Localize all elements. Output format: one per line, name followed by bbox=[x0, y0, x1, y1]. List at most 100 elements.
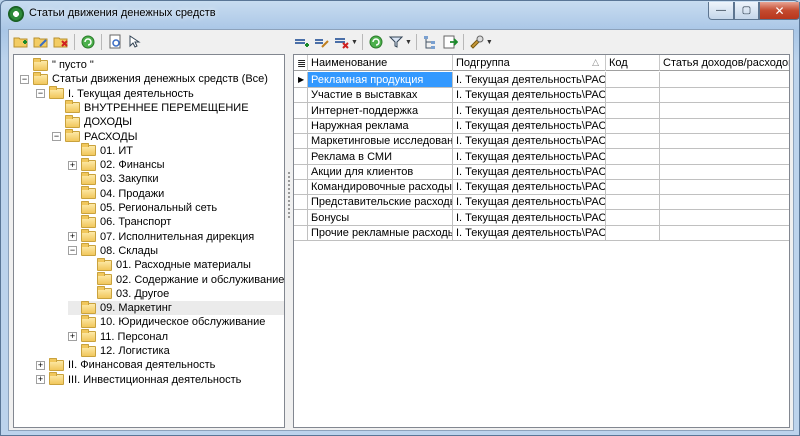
column-header-name[interactable]: Наименование bbox=[308, 55, 453, 71]
tree-item[interactable]: 05. Региональный сеть bbox=[68, 200, 217, 215]
column-header-article[interactable]: Статья доходов/расходов bbox=[660, 55, 789, 71]
cell-name[interactable]: Бонусы bbox=[308, 209, 453, 226]
row-add-icon[interactable] bbox=[293, 33, 311, 51]
cell-name[interactable]: Рекламная продукция bbox=[308, 72, 453, 88]
category-tree[interactable]: " пусто " − Статьи движения денежных средс… bbox=[13, 54, 285, 428]
refresh-icon[interactable] bbox=[367, 33, 385, 51]
tree-item[interactable]: ВНУТРЕННЕЕ ПЕРЕМЕЩЕНИЕ bbox=[52, 100, 249, 115]
expand-icon[interactable]: + bbox=[68, 232, 77, 242]
collapse-icon[interactable]: − bbox=[52, 132, 61, 141]
row-delete-icon[interactable] bbox=[333, 33, 351, 51]
cell-article[interactable] bbox=[660, 87, 789, 104]
tree-item[interactable]: +02. Финансы bbox=[68, 157, 165, 172]
expand-icon[interactable]: + bbox=[68, 160, 77, 170]
tree-item[interactable]: +11. Персонал bbox=[68, 329, 168, 344]
cell-name[interactable]: Наружная реклама bbox=[308, 117, 453, 134]
cell-subgroup[interactable]: I. Текущая деятельность\РАСХОД bbox=[453, 133, 606, 150]
column-header-code[interactable]: Код bbox=[606, 55, 660, 71]
cell-article[interactable] bbox=[660, 103, 789, 119]
refresh-icon[interactable] bbox=[79, 33, 97, 51]
table-row[interactable]: Командировочные расходы I. Текущая деятел… bbox=[294, 179, 789, 196]
table-row[interactable]: Наружная реклама I. Текущая деятельность\… bbox=[294, 117, 789, 134]
tree-item[interactable]: 02. Содержание и обслуживание скла bbox=[84, 272, 284, 287]
cell-name[interactable]: Интернет-поддержка bbox=[308, 102, 453, 119]
cell-article[interactable] bbox=[660, 179, 789, 196]
preview-icon[interactable] bbox=[106, 33, 124, 51]
chevron-down-icon[interactable]: ▼ bbox=[351, 39, 358, 46]
items-grid[interactable]: ≣ Наименование Подгруппа △ Код Статья до… bbox=[293, 54, 790, 428]
tree-item[interactable]: 01. ИТ bbox=[68, 143, 133, 158]
cell-subgroup[interactable]: I. Текущая деятельность\РАСХОД bbox=[453, 102, 606, 119]
tree-item[interactable]: 03. Другое bbox=[84, 286, 169, 301]
table-row[interactable]: БонусыI. Текущая деятельность\РАСХОД bbox=[294, 209, 789, 226]
cell-article[interactable] bbox=[660, 118, 789, 134]
tree-item[interactable]: − Статьи движения денежных средств (Все) bbox=[20, 71, 268, 86]
cell-name[interactable]: Маркетинговые исследования bbox=[308, 133, 453, 150]
cell-code[interactable] bbox=[606, 148, 660, 165]
cell-code[interactable] bbox=[606, 87, 660, 104]
tree-item[interactable]: + III. Инвестиционная деятельность bbox=[36, 372, 241, 387]
table-row[interactable]: ▶ Рекламная продукция I. Текущая деятельно… bbox=[294, 72, 789, 88]
cell-code[interactable] bbox=[606, 179, 660, 196]
cell-code[interactable] bbox=[606, 225, 660, 241]
cell-name[interactable]: Участие в выставках bbox=[308, 87, 453, 104]
folder-delete-icon[interactable] bbox=[52, 33, 70, 51]
chevron-down-icon[interactable]: ▼ bbox=[405, 39, 412, 46]
cell-subgroup[interactable]: I. Текущая деятельность\РАСХОД bbox=[453, 179, 606, 196]
cell-subgroup[interactable]: I. Текущая деятельность\РАСХОД bbox=[453, 225, 606, 241]
expand-icon[interactable]: + bbox=[36, 375, 45, 385]
cell-article[interactable] bbox=[660, 210, 789, 226]
tree-item[interactable]: 12. Логистика bbox=[68, 343, 170, 358]
cell-name[interactable]: Акции для клиентов bbox=[308, 163, 453, 180]
folder-edit-icon[interactable] bbox=[32, 33, 50, 51]
cell-code[interactable] bbox=[606, 133, 660, 150]
cell-subgroup[interactable]: I. Текущая деятельность\РАСХОД bbox=[453, 148, 606, 165]
cell-subgroup[interactable]: I. Текущая деятельность\РАСХОД bbox=[453, 117, 606, 134]
table-row[interactable]: Реклама в СМИ I. Текущая деятельность\РАС… bbox=[294, 148, 789, 165]
table-row[interactable]: Акции для клиентов I. Текущая деятельност… bbox=[294, 163, 789, 180]
tree-item[interactable]: +07. Исполнительная дирекция bbox=[68, 229, 254, 244]
tree-item[interactable]: − I. Текущая деятельность bbox=[36, 86, 194, 101]
cell-name[interactable]: Командировочные расходы bbox=[308, 179, 453, 196]
column-header-subgroup[interactable]: Подгруппа △ bbox=[453, 55, 606, 71]
cell-article[interactable] bbox=[660, 72, 789, 88]
tree-item[interactable]: " пусто " bbox=[20, 57, 94, 72]
cell-article[interactable] bbox=[660, 194, 789, 211]
expand-icon[interactable]: + bbox=[36, 360, 45, 370]
cell-subgroup[interactable]: I. Текущая деятельность\РАСХОД bbox=[453, 163, 606, 180]
panel-splitter[interactable] bbox=[287, 170, 291, 240]
cell-article[interactable] bbox=[660, 133, 789, 150]
cell-code[interactable] bbox=[606, 163, 660, 180]
table-row[interactable]: Представительские расходы I. Текущая деят… bbox=[294, 194, 789, 211]
tree-item[interactable]: 03. Закупки bbox=[68, 171, 158, 186]
tree-item[interactable]: − 08. Склады bbox=[68, 243, 158, 258]
collapse-icon[interactable]: − bbox=[68, 246, 77, 256]
table-row[interactable]: Интернет-поддержка I. Текущая деятельност… bbox=[294, 102, 789, 119]
cell-subgroup[interactable]: I. Текущая деятельность\РАСХОД bbox=[453, 209, 606, 226]
cell-name[interactable]: Представительские расходы bbox=[308, 194, 453, 211]
cell-subgroup[interactable]: I. Текущая деятельность\РАСХОД bbox=[453, 72, 606, 88]
row-edit-icon[interactable] bbox=[313, 33, 331, 51]
tree-item[interactable]: + II. Финансовая деятельность bbox=[36, 357, 215, 372]
tree-item[interactable]: ДОХОДЫ bbox=[52, 114, 132, 129]
export-icon[interactable] bbox=[441, 33, 459, 51]
expand-icon[interactable]: + bbox=[68, 332, 77, 342]
cell-code[interactable] bbox=[606, 194, 660, 211]
column-chooser-icon[interactable]: ≣ bbox=[294, 55, 308, 71]
cell-code[interactable] bbox=[606, 209, 660, 226]
cell-article[interactable] bbox=[660, 149, 789, 165]
tree-item[interactable]: − РАСХОДЫ bbox=[52, 129, 138, 144]
tools-icon[interactable] bbox=[468, 33, 486, 51]
title-bar[interactable]: Статьи движения денежных средств — ▢ ✕ bbox=[1, 1, 800, 27]
cell-code[interactable] bbox=[606, 72, 660, 88]
chevron-down-icon[interactable]: ▼ bbox=[486, 39, 493, 46]
cell-subgroup[interactable]: I. Текущая деятельность\РАСХОД bbox=[453, 87, 606, 104]
maximize-button[interactable]: ▢ bbox=[734, 2, 759, 20]
filter-icon[interactable] bbox=[387, 33, 405, 51]
cell-code[interactable] bbox=[606, 102, 660, 119]
cell-name[interactable]: Прочие рекламные расходы bbox=[308, 225, 453, 241]
collapse-icon[interactable]: − bbox=[20, 74, 29, 84]
tree-icon[interactable] bbox=[421, 33, 439, 51]
table-row[interactable]: Участие в выставках I. Текущая деятельнос… bbox=[294, 87, 789, 104]
tree-item[interactable]: 06. Транспорт bbox=[68, 214, 171, 229]
